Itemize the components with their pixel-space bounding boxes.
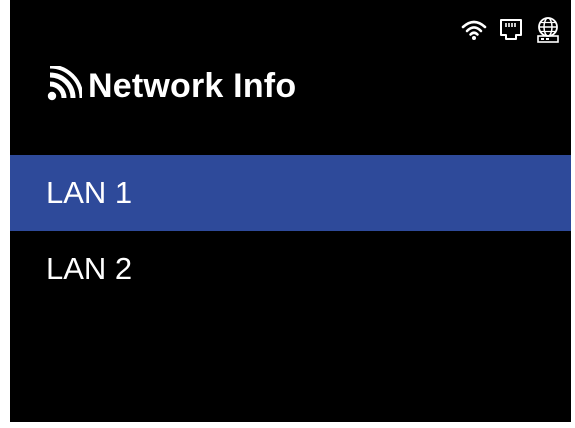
ethernet-port-icon [499,18,523,42]
status-bar [461,12,561,48]
menu-item-label: LAN 1 [46,175,133,210]
device-screen: Network Info LAN 1 LAN 2 [10,0,571,422]
page-title: Network Info [88,67,297,105]
wifi-icon [461,19,487,41]
menu-item-label: LAN 2 [46,251,133,286]
menu-item-lan-2[interactable]: LAN 2 [10,231,571,307]
network-signal-icon [46,64,84,107]
lan-menu: LAN 1 LAN 2 [10,155,571,307]
page-header: Network Info [46,64,297,107]
internet-globe-icon [535,16,561,44]
menu-item-lan-1[interactable]: LAN 1 [10,155,571,231]
